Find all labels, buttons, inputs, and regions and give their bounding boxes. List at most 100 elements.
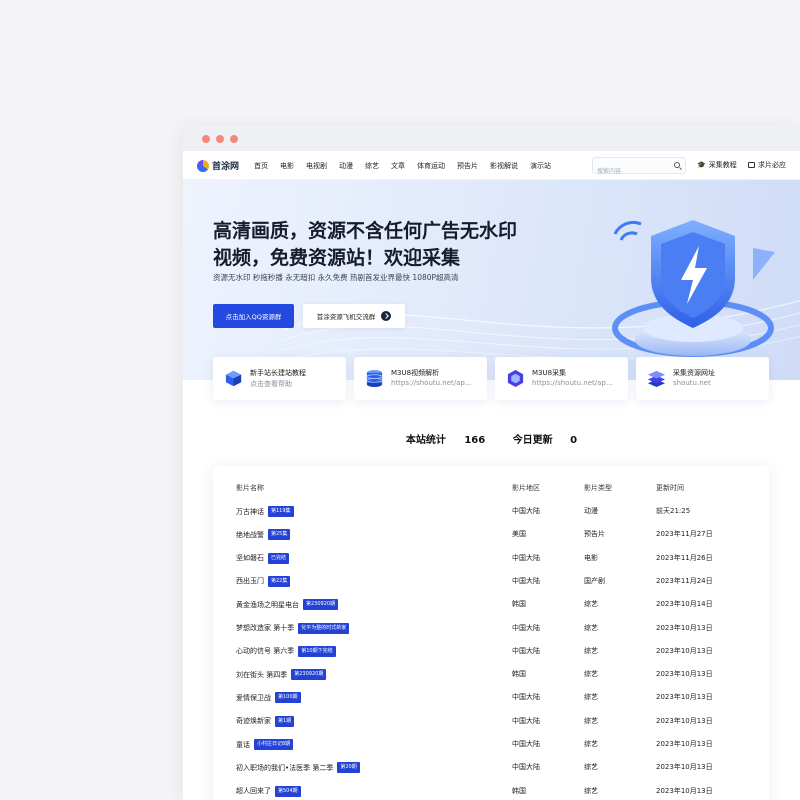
row-region-cell: 中国大陆	[512, 576, 540, 585]
main-menu: 首页 电影 电视剧 动漫 综艺 文章 体育运动 预告片 影视解说 演示站	[254, 151, 563, 180]
row-title-cell: 奇迹焕新家 第1期	[236, 715, 295, 727]
shield-lightning-icon	[612, 220, 775, 357]
site-stats: 本站统计 166 今日更新 0	[183, 431, 800, 446]
table-row[interactable]: 爱情保卫战 第100期 中国大陆 综艺 2023年10月13日	[213, 692, 769, 715]
row-type-cell: 综艺	[584, 646, 598, 655]
movie-title-link[interactable]: 童话	[236, 740, 250, 750]
row-title-cell: 梦想改造家 第十季 化平为整的时式新家	[236, 622, 350, 634]
episode-badge: 第100期	[275, 692, 301, 704]
episode-badge: 第22集	[268, 575, 291, 587]
cube-icon	[225, 370, 242, 387]
episode-badge: 第10期下完结	[298, 645, 336, 657]
row-type-cell: 动漫	[584, 507, 598, 515]
movie-title-link[interactable]: 绝地战警	[236, 530, 264, 540]
row-time-cell: 2023年10月13日	[656, 646, 713, 655]
site-logo[interactable]: 首涂网	[197, 159, 239, 172]
window-maximize-dot-icon[interactable]	[230, 135, 238, 143]
menu-item-articles[interactable]: 文章	[391, 161, 405, 171]
search-icon[interactable]	[674, 162, 680, 168]
join-telegram-label: 首涂资源飞机交流群	[316, 313, 376, 321]
row-time-cell: 2023年11月27日	[656, 530, 713, 539]
menu-item-trailers[interactable]: 预告片	[457, 161, 478, 171]
table-row[interactable]: 刘在街头 第四季 第230920期 韩国 综艺 2023年10月13日	[213, 669, 769, 692]
request-movie-link[interactable]: 求片必应	[748, 160, 786, 170]
movie-title-link[interactable]: 初入职场的我们•法医季 第二季	[236, 763, 333, 773]
movie-title-link[interactable]: 爱情保卫战	[236, 693, 271, 703]
menu-item-movies[interactable]: 电影	[280, 161, 294, 171]
search-input[interactable]	[593, 164, 669, 179]
database-icon	[366, 369, 383, 388]
movie-title-link[interactable]: 心动的信号 第六季	[236, 646, 294, 656]
card-subtitle: shoutu.net	[673, 379, 711, 387]
menu-item-commentary[interactable]: 影视解说	[490, 161, 518, 171]
card-m3u8-parse[interactable]: M3U8视频解析 https://shoutu.net/ap...	[354, 357, 487, 400]
row-region-cell: 中国大陆	[512, 507, 540, 515]
movie-title-link[interactable]: 超人回来了	[236, 786, 271, 796]
table-row[interactable]: 心动的信号 第六季 第10期下完结 中国大陆 综艺 2023年10月13日	[213, 645, 769, 669]
row-type-cell: 综艺	[584, 623, 598, 632]
movie-title-link[interactable]: 黄金渔场之明星电台	[236, 600, 299, 610]
stats-total-label: 本站统计	[405, 435, 446, 446]
card-beginner-tutorial[interactable]: 新手站长建站教程 点击查看帮助	[213, 357, 346, 400]
table-row[interactable]: 梦想改造家 第十季 化平为整的时式新家 中国大陆 综艺 2023年10月13日	[213, 622, 769, 646]
movie-title-link[interactable]: 梦想改造家 第十季	[236, 623, 294, 633]
episode-badge: 已完结	[268, 552, 290, 564]
row-title-cell: 初入职场的我们•法医季 第二季 第20期	[236, 762, 360, 774]
movie-title-link[interactable]: 奇迹焕新家	[236, 716, 271, 726]
window-close-dot-icon[interactable]	[202, 135, 210, 143]
card-subtitle: https://shoutu.net/ap...	[391, 379, 472, 387]
join-qq-group-button[interactable]: 点击加入QQ资源群	[213, 304, 294, 328]
table-row[interactable]: 童话 小村庄日记8期 中国大陆 综艺 2023年10月13日	[213, 739, 769, 762]
row-region-cell: 中国大陆	[512, 693, 540, 702]
site-navbar: 首涂网 首页 电影 电视剧 动漫 综艺 文章 体育运动 预告片 影视解说 演示站…	[183, 151, 800, 180]
menu-item-variety[interactable]: 综艺	[365, 161, 379, 171]
row-type-cell: 综艺	[584, 693, 598, 702]
menu-item-demo[interactable]: 演示站	[530, 161, 551, 171]
menu-item-sports[interactable]: 体育运动	[417, 161, 445, 171]
menu-item-anime[interactable]: 动漫	[339, 161, 353, 171]
row-time-cell: 2023年10月13日	[656, 716, 713, 725]
table-row[interactable]: 初入职场的我们•法医季 第二季 第20期 中国大陆 综艺 2023年10月13日	[213, 762, 769, 785]
table-row[interactable]: 奇迹焕新家 第1期 中国大陆 综艺 2023年10月13日	[213, 715, 769, 739]
table-row[interactable]: 黄金渔场之明星电台 第230920期 韩国 综艺 2023年10月14日	[213, 599, 769, 622]
window-minimize-dot-icon[interactable]	[216, 135, 224, 143]
table-row[interactable]: 坚如磐石 已完结 中国大陆 电影 2023年11月26日	[213, 552, 769, 576]
header-time: 更新时间	[656, 484, 684, 492]
movie-title-link[interactable]: 万古神话	[236, 507, 264, 517]
table-row[interactable]: 万古神话 第119集 中国大陆 动漫 前天21:25	[213, 506, 769, 529]
episode-badge: 第20期	[337, 762, 360, 774]
row-type-cell: 综艺	[584, 600, 598, 609]
row-time-cell: 2023年10月13日	[656, 763, 713, 772]
row-type-cell: 综艺	[584, 670, 598, 679]
collect-tutorial-link[interactable]: 🎓 采集教程	[697, 160, 737, 170]
row-title-cell: 黄金渔场之明星电台 第230920期	[236, 599, 339, 611]
row-type-cell: 预告片	[584, 530, 605, 539]
row-title-cell: 爱情保卫战 第100期	[236, 692, 301, 704]
card-m3u8-collect[interactable]: M3U8采集 https://shoutu.net/ap...	[495, 357, 628, 400]
stats-today-value: 0	[570, 435, 578, 446]
row-time-cell: 2023年10月13日	[656, 623, 713, 632]
menu-item-home[interactable]: 首页	[254, 161, 268, 171]
message-icon	[748, 162, 755, 168]
join-telegram-group-button[interactable]: 首涂资源飞机交流群	[303, 304, 405, 328]
row-region-cell: 中国大陆	[512, 646, 540, 655]
table-row[interactable]: 绝地战警 第25集 美国 预告片 2023年11月27日	[213, 529, 769, 552]
movie-title-link[interactable]: 刘在街头 第四季	[236, 670, 287, 680]
table-row[interactable]: 西出玉门 第22集 中国大陆 国产剧 2023年11月24日	[213, 575, 769, 599]
row-type-cell: 综艺	[584, 740, 598, 748]
row-title-cell: 绝地战警 第25集	[236, 529, 291, 541]
movie-title-link[interactable]: 西出玉门	[236, 576, 264, 586]
episode-badge: 小村庄日记8期	[254, 739, 294, 750]
episode-badge: 第230920期	[291, 669, 327, 681]
card-collect-url[interactable]: 采集资源网址 shoutu.net	[636, 357, 769, 400]
row-region-cell: 韩国	[512, 786, 526, 795]
card-subtitle: 点击查看帮助	[250, 380, 292, 388]
row-region-cell: 中国大陆	[512, 716, 540, 725]
row-type-cell: 综艺	[584, 716, 598, 725]
collect-tutorial-label: 采集教程	[708, 161, 737, 169]
arrow-right-icon	[381, 311, 392, 321]
card-title: M3U8采集	[532, 369, 567, 377]
table-row[interactable]: 超人回来了 第504期 韩国 综艺 2023年10月13日	[213, 785, 769, 800]
movie-title-link[interactable]: 坚如磐石	[236, 553, 264, 563]
menu-item-tv[interactable]: 电视剧	[306, 161, 327, 171]
